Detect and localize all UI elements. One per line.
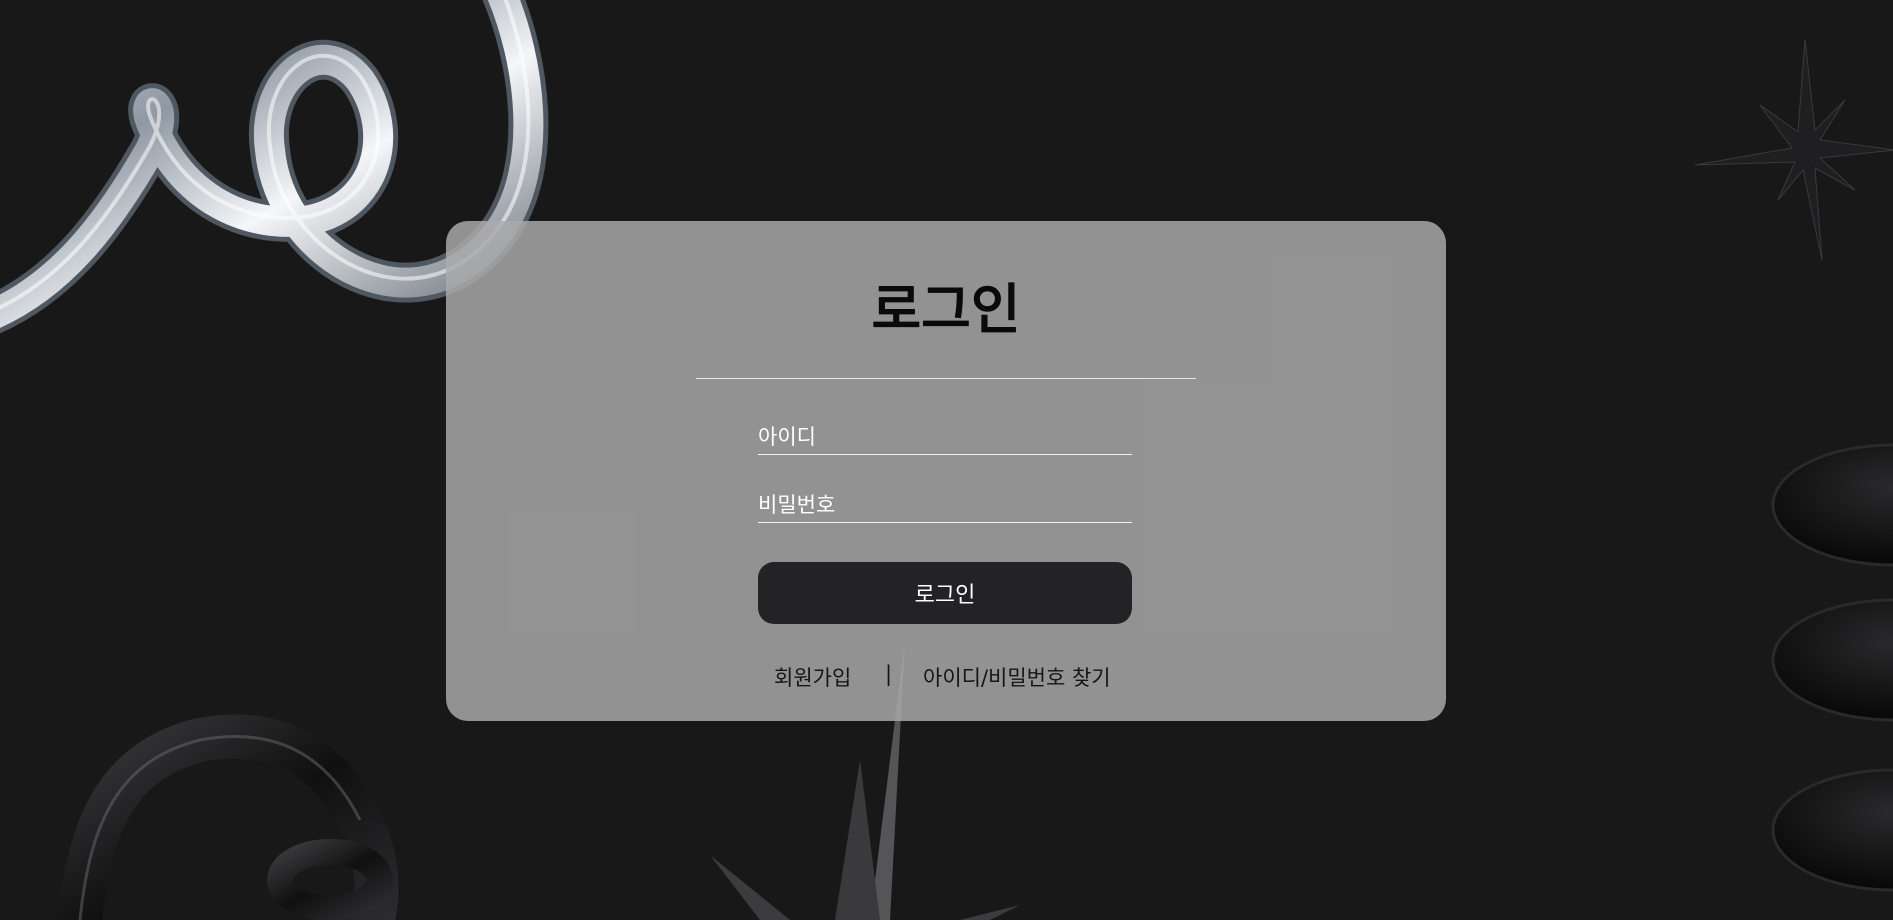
password-input[interactable] xyxy=(758,488,1132,522)
find-account-link[interactable]: 아이디/비밀번호 찾기 xyxy=(923,662,1111,692)
password-field xyxy=(758,488,1132,523)
link-separator: | xyxy=(885,662,893,686)
signup-link[interactable]: 회원가입 xyxy=(774,662,851,692)
sparkle-star-decoration xyxy=(1694,39,1893,261)
login-card: 로그인 로그인 회원가입 | 아이디/비밀번호 찾기 xyxy=(446,221,1446,721)
title-divider xyxy=(696,378,1196,379)
id-field xyxy=(758,420,1132,455)
dark-coil-decoration xyxy=(1771,443,1893,892)
login-button[interactable]: 로그인 xyxy=(758,562,1132,624)
dark-chain-decoration xyxy=(58,714,399,920)
id-input[interactable] xyxy=(758,420,1132,454)
login-page: 로그인 로그인 회원가입 | 아이디/비밀번호 찾기 xyxy=(0,0,1893,920)
account-links: 회원가입 | 아이디/비밀번호 찾기 xyxy=(446,662,1446,692)
login-title: 로그인 xyxy=(871,278,1021,341)
